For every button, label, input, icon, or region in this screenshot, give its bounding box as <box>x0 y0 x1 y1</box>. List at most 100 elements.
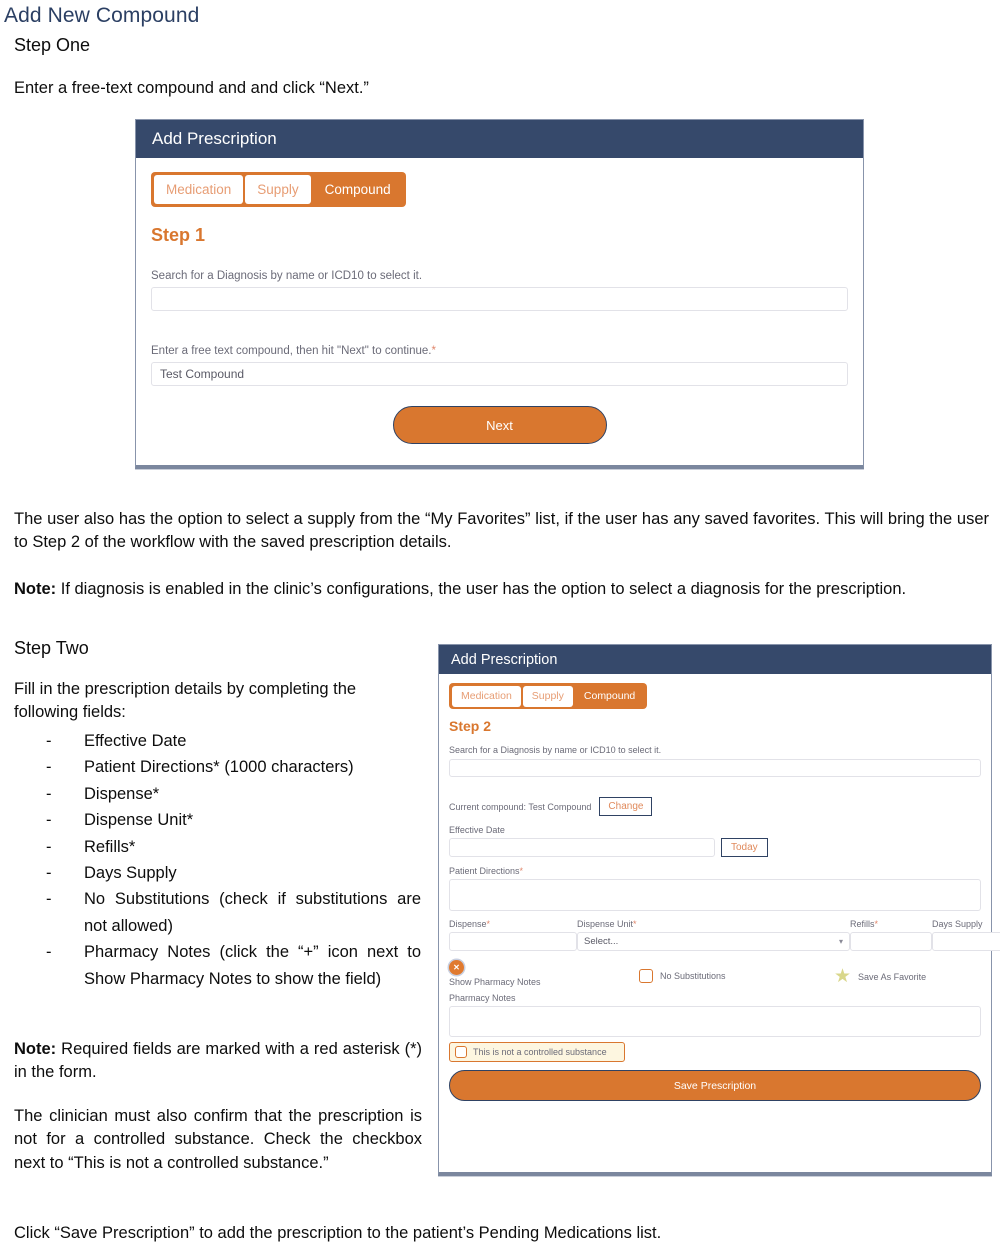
list-bullet: - <box>46 784 52 803</box>
chevron-down-icon[interactable]: ▾ <box>839 937 843 946</box>
tab-supply[interactable]: Supply <box>522 686 573 707</box>
list-item: - Pharmacy Notes (click the “+” icon next… <box>46 939 421 992</box>
list-item-label: Dispense* <box>84 784 160 803</box>
note-label: Note: <box>14 580 57 598</box>
step-two-heading: Step Two <box>14 638 89 658</box>
required-asterisk: * <box>486 919 491 929</box>
show-pharmacy-notes-label: Show Pharmacy Notes <box>449 977 541 987</box>
pharmacy-notes-textarea[interactable] <box>449 1006 981 1037</box>
list-item: - Days Supply <box>46 860 421 886</box>
panel-body: Medication Supply Compound Step 1 Search… <box>136 158 863 444</box>
list-item: - Dispense Unit* <box>46 807 421 833</box>
note-required-text: Required fields are marked with a red as… <box>14 1040 422 1082</box>
save-prescription-button[interactable]: Save Prescription <box>449 1070 981 1101</box>
show-pharmacy-notes-group[interactable]: ✕ Show Pharmacy Notes <box>449 960 639 987</box>
patient-directions-textarea[interactable] <box>449 879 981 911</box>
list-item: - Refills* <box>46 834 421 860</box>
panel-header: Add Prescription <box>136 120 863 158</box>
save-as-favorite-group[interactable]: ★ Save As Favorite <box>834 967 926 986</box>
no-substitutions-checkbox[interactable] <box>639 969 653 983</box>
list-item-label: Patient Directions* (1000 characters) <box>84 758 354 777</box>
tab-medication[interactable]: Medication <box>452 686 521 707</box>
pharmacy-notes-label: Pharmacy Notes <box>449 993 516 1003</box>
diagnosis-search-input[interactable] <box>449 759 981 777</box>
days-supply-input[interactable] <box>932 932 1000 951</box>
compound-input-label-text: Enter a free text compound, then hit "Ne… <box>151 345 432 357</box>
page-title: Add New Compound <box>4 4 200 27</box>
tab-compound[interactable]: Compound <box>313 175 403 204</box>
add-prescription-panel-step-one: Add Prescription Medication Supply Compo… <box>135 119 864 469</box>
no-substitutions-label: No Substitutions <box>660 971 726 981</box>
list-bullet: - <box>46 890 52 909</box>
panel-body: Medication Supply Compound Step 2 Search… <box>439 674 1000 1101</box>
add-prescription-panel-step-two: Add Prescription Medication Supply Compo… <box>438 644 1000 1176</box>
tab-supply[interactable]: Supply <box>245 175 311 204</box>
list-item-label: No Substitutions (check if substitutions… <box>84 890 421 935</box>
next-button[interactable]: Next <box>392 406 607 444</box>
compound-text-input[interactable]: Test Compound <box>151 362 848 386</box>
list-item-label: Effective Date <box>84 732 187 750</box>
refills-input[interactable] <box>850 932 932 951</box>
tab-compound[interactable]: Compound <box>575 686 644 707</box>
note-diagnosis-paragraph: Note: If diagnosis is enabled in the cli… <box>14 578 989 601</box>
required-fields-list: - Effective Date - Patient Directions* (10… <box>46 728 421 992</box>
step-one-heading: Step One <box>14 35 91 55</box>
note-diagnosis-text: If diagnosis is enabled in the clinic’s … <box>56 580 907 598</box>
refills-label: Refills* <box>850 919 932 929</box>
save-as-favorite-label: Save As Favorite <box>858 971 927 982</box>
note-required-paragraph: Note: Required fields are marked with a … <box>14 1038 422 1085</box>
list-bullet: - <box>46 732 52 750</box>
favorites-paragraph: The user also has the option to select a… <box>14 510 989 552</box>
diagnosis-search-label: Search for a Diagnosis by name or ICD10 … <box>449 745 662 755</box>
no-substitutions-group[interactable]: No Substitutions <box>639 969 834 983</box>
controlled-substance-label: This is not a controlled substance <box>473 1047 607 1057</box>
diagnosis-search-label: Search for a Diagnosis by name or ICD10 … <box>151 270 423 282</box>
days-supply-label: Days Supply <box>932 919 983 929</box>
refills-field-group: Refills* <box>850 919 932 951</box>
dispense-fields-row: Dispense* Dispense Unit* Select... ▾ Ref… <box>449 919 1000 951</box>
prescription-type-tabs: Medication Supply Compound <box>151 172 406 207</box>
controlled-substance-confirm[interactable]: This is not a controlled substance <box>449 1042 625 1062</box>
list-bullet: - <box>46 811 52 830</box>
close-icon[interactable]: ✕ <box>449 960 464 975</box>
panel-title: Add Prescription <box>152 129 277 148</box>
dispense-label: Dispense* <box>449 919 577 929</box>
required-asterisk: * <box>874 919 879 929</box>
closing-paragraph: Click “Save Prescription” to add the pre… <box>14 1224 662 1242</box>
change-compound-button[interactable]: Change <box>599 797 653 816</box>
list-item-label: Pharmacy Notes (click the “+” icon next … <box>84 943 421 988</box>
list-item-label: Refills* <box>84 837 136 856</box>
options-row: ✕ Show Pharmacy Notes No Substitutions ★… <box>449 960 981 987</box>
clinician-paragraph: The clinician must also confirm that the… <box>14 1107 422 1172</box>
list-item: - Effective Date <box>46 728 421 754</box>
tab-medication[interactable]: Medication <box>154 175 244 204</box>
panel-title: Add Prescription <box>451 651 558 668</box>
dispense-input[interactable] <box>449 932 577 951</box>
dispense-unit-label-text: Dispense Unit <box>577 919 634 929</box>
fill-in-paragraph: Fill in the prescription details by comp… <box>14 680 357 722</box>
current-compound-label: Current compound: Test Compound <box>449 801 592 812</box>
dispense-field-group: Dispense* <box>449 919 577 951</box>
list-bullet: - <box>46 758 52 777</box>
required-asterisk: * <box>519 866 524 876</box>
dispense-unit-select[interactable]: Select... ▾ <box>577 932 850 951</box>
days-supply-field-group: Days Supply <box>932 919 1000 951</box>
refills-label-text: Refills <box>850 919 875 929</box>
today-button[interactable]: Today <box>721 838 768 857</box>
effective-date-input[interactable] <box>449 838 715 857</box>
patient-directions-label: Patient Directions* <box>449 866 981 876</box>
step-title: Step 1 <box>151 225 206 245</box>
current-compound-row: Current compound: Test Compound Change <box>449 797 981 816</box>
dispense-unit-selected-value: Select... <box>584 936 619 947</box>
controlled-substance-checkbox[interactable] <box>455 1046 467 1058</box>
dispense-label-text: Dispense <box>449 919 487 929</box>
required-asterisk: * <box>431 345 436 357</box>
effective-date-label: Effective Date <box>449 825 505 835</box>
list-item: - Dispense* <box>46 781 421 807</box>
note-label: Note: <box>14 1040 57 1058</box>
diagnosis-search-input[interactable] <box>151 287 848 311</box>
dispense-unit-label: Dispense Unit* <box>577 919 850 929</box>
list-item-label: Days Supply <box>84 863 177 882</box>
star-icon[interactable]: ★ <box>834 967 851 986</box>
list-item: - No Substitutions (check if substitution… <box>46 886 421 939</box>
